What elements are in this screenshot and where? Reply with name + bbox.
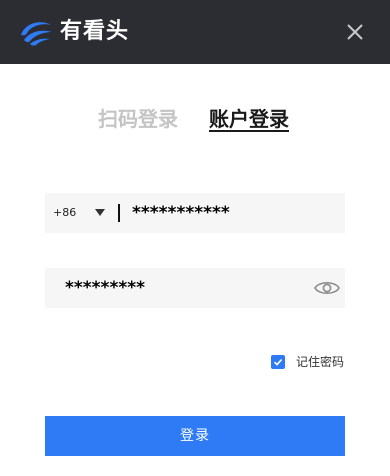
password-field[interactable]: ********* bbox=[45, 268, 345, 308]
phone-field[interactable]: +86 *********** bbox=[45, 193, 345, 233]
title-bar: 有看头 bbox=[0, 0, 390, 64]
phone-input[interactable]: *********** bbox=[132, 193, 230, 233]
login-button[interactable]: 登录 bbox=[45, 416, 345, 456]
country-code-select[interactable]: +86 bbox=[53, 193, 76, 233]
eye-icon[interactable] bbox=[314, 278, 340, 298]
password-input[interactable]: ********* bbox=[65, 268, 145, 308]
chevron-down-icon[interactable] bbox=[95, 209, 105, 216]
wave-eye-logo-icon bbox=[21, 22, 52, 46]
login-window: 有看头 扫码登录 账户登录 +86 *********** ********* … bbox=[0, 0, 390, 476]
login-tabs: 扫码登录 账户登录 bbox=[0, 104, 390, 136]
close-icon[interactable] bbox=[344, 21, 366, 43]
app-logo: 有看头 bbox=[18, 17, 129, 47]
remember-label: 记住密码 bbox=[296, 355, 345, 369]
tab-account-login[interactable]: 账户登录 bbox=[209, 104, 289, 134]
tab-qr-login[interactable]: 扫码登录 bbox=[98, 104, 178, 134]
app-name: 有看头 bbox=[60, 19, 130, 44]
checkmark-icon bbox=[273, 359, 283, 366]
remember-checkbox[interactable] bbox=[271, 355, 285, 369]
remember-password[interactable]: 记住密码 bbox=[271, 354, 344, 370]
text-cursor bbox=[118, 204, 120, 222]
